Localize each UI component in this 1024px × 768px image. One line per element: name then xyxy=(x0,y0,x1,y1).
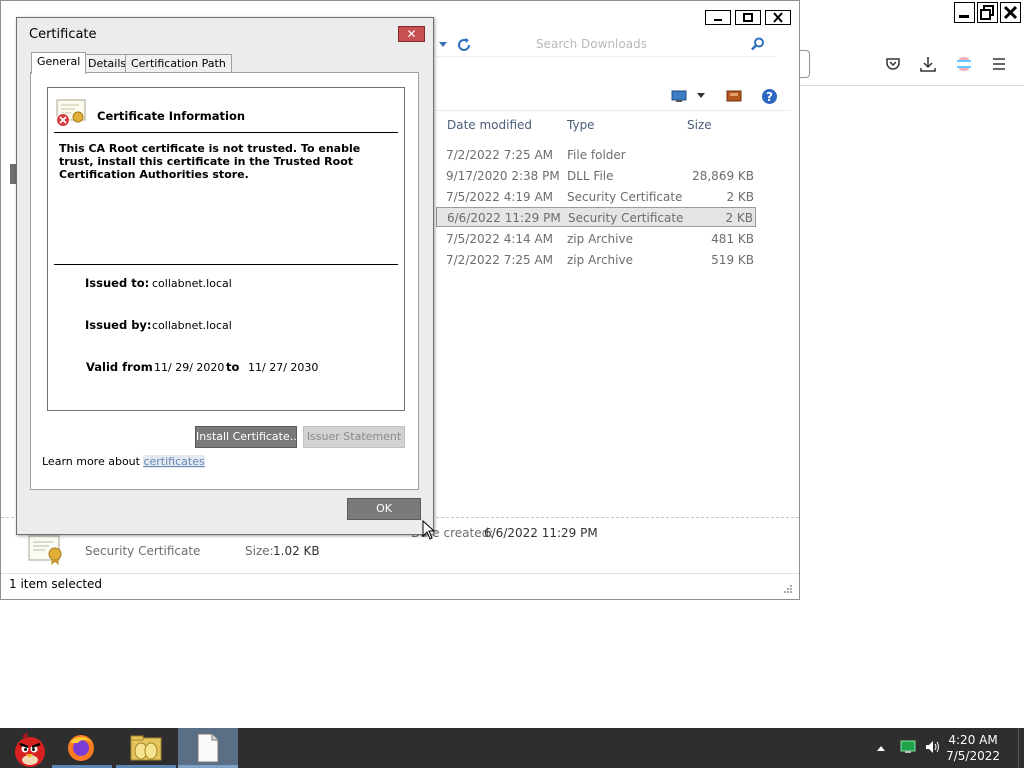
file-row[interactable]: 7/2/2022 7:25 AM zip Archive 519 KB xyxy=(436,250,756,270)
view-icon[interactable] xyxy=(671,89,687,103)
firefox-icon xyxy=(68,735,94,761)
minimize-icon[interactable] xyxy=(954,2,975,23)
detail-size-value: 1.02 KB xyxy=(273,544,320,558)
ok-button[interactable]: OK xyxy=(347,498,421,520)
explorer-window-controls xyxy=(705,10,791,25)
show-desktop-button[interactable] xyxy=(1018,728,1024,768)
column-size[interactable]: Size xyxy=(687,118,712,132)
issued-by-label: Issued by: xyxy=(85,318,152,332)
firefox-toolbar xyxy=(800,44,1024,86)
general-tab-panel: Certificate Information This CA Root cer… xyxy=(30,72,419,490)
search-box[interactable]: Search Downloads xyxy=(436,33,776,57)
status-bar: 1 item selected xyxy=(1,573,799,599)
download-icon[interactable] xyxy=(919,55,937,73)
divider xyxy=(54,132,398,133)
taskbar: 4:20 AM 7/5/2022 xyxy=(0,728,1024,768)
search-placeholder: Search Downloads xyxy=(536,37,647,51)
file-row[interactable]: 9/17/2020 2:38 PM DLL File 28,869 KB xyxy=(436,166,756,186)
maximize-icon[interactable] xyxy=(735,10,761,25)
url-bar-edge[interactable] xyxy=(800,50,810,78)
pocket-icon[interactable] xyxy=(884,55,902,73)
file-explorer-icon xyxy=(130,735,162,761)
extension-icon[interactable] xyxy=(955,55,973,73)
column-type[interactable]: Type xyxy=(567,118,595,132)
network-icon[interactable] xyxy=(900,740,916,754)
column-date-modified[interactable]: Date modified xyxy=(447,118,532,132)
tab-general[interactable]: General xyxy=(31,52,87,74)
view-dropdown-icon[interactable] xyxy=(697,93,705,99)
certificates-link[interactable]: certificates xyxy=(143,455,205,468)
detail-size-label: Size: xyxy=(245,544,274,558)
valid-from-value: 11/ 29/ 2020 xyxy=(154,361,225,374)
volume-icon[interactable] xyxy=(925,740,941,754)
svg-text:?: ? xyxy=(766,90,773,104)
minimize-icon[interactable] xyxy=(705,10,731,25)
learn-more-label: Learn more about xyxy=(42,455,140,468)
mouse-cursor-icon xyxy=(422,520,436,540)
issued-by-value: collabnet.local xyxy=(152,319,232,332)
certificate-file-icon xyxy=(28,535,62,565)
clock-date: 7/5/2022 xyxy=(946,749,1000,763)
resize-grip-icon[interactable] xyxy=(783,584,793,594)
search-icon[interactable] xyxy=(751,37,765,51)
file-row[interactable]: 7/2/2022 7:25 AM File folder xyxy=(436,145,756,165)
tab-certification-path[interactable]: Certification Path xyxy=(125,54,232,73)
taskbar-document[interactable] xyxy=(178,728,238,768)
divider xyxy=(54,264,398,265)
clock-time: 4:20 AM xyxy=(948,733,998,747)
close-icon[interactable] xyxy=(1000,2,1021,23)
valid-from-label: Valid from xyxy=(86,360,153,374)
document-icon xyxy=(197,733,219,763)
taskbar-file-explorer[interactable] xyxy=(116,728,176,768)
angry-birds-icon xyxy=(15,732,45,767)
install-certificate-button[interactable]: Install Certificate... xyxy=(195,426,300,448)
file-row[interactable]: 7/5/2022 4:14 AM zip Archive 481 KB xyxy=(436,229,756,249)
taskbar-firefox[interactable] xyxy=(52,728,112,768)
certificate-info-box: Certificate Information This CA Root cer… xyxy=(47,87,405,411)
file-row[interactable]: 7/5/2022 4:19 AM Security Certificate 2 … xyxy=(436,187,756,207)
file-row-selected[interactable]: 6/6/2022 11:29 PM Security Certificate 2… xyxy=(436,207,756,227)
learn-more-text: Learn more about certificates xyxy=(42,455,205,468)
preview-pane-icon[interactable] xyxy=(726,89,742,103)
system-clock[interactable]: 4:20 AM 7/5/2022 xyxy=(946,732,1000,764)
dialog-close-button[interactable]: ✕ xyxy=(398,26,425,42)
trust-warning: This CA Root certificate is not trusted.… xyxy=(59,142,361,181)
certificate-dialog: Certificate ✕ General Details Certificat… xyxy=(16,17,436,540)
help-icon[interactable]: ? xyxy=(761,88,778,105)
issuer-statement-button: Issuer Statement xyxy=(303,426,405,448)
issued-to-value: collabnet.local xyxy=(152,277,232,290)
close-icon[interactable] xyxy=(765,10,791,25)
dialog-title: Certificate xyxy=(29,27,97,42)
restore-icon[interactable] xyxy=(977,2,998,23)
valid-to-value: 11/ 27/ 2030 xyxy=(248,361,319,374)
status-text: 1 item selected xyxy=(9,577,103,591)
detail-file-type: Security Certificate xyxy=(85,544,201,558)
valid-to-label: to xyxy=(226,360,240,374)
menu-icon[interactable] xyxy=(990,55,1008,73)
taskbar-angry-birds[interactable] xyxy=(0,728,60,768)
info-title: Certificate Information xyxy=(97,109,246,123)
firefox-window-controls xyxy=(954,2,1021,23)
detail-created-value: 6/6/2022 11:29 PM xyxy=(484,526,598,540)
untrusted-certificate-icon xyxy=(56,99,86,127)
command-bar: ? xyxy=(431,83,791,111)
show-hidden-icons-icon[interactable] xyxy=(876,745,886,752)
issued-to-label: Issued to: xyxy=(85,276,150,290)
